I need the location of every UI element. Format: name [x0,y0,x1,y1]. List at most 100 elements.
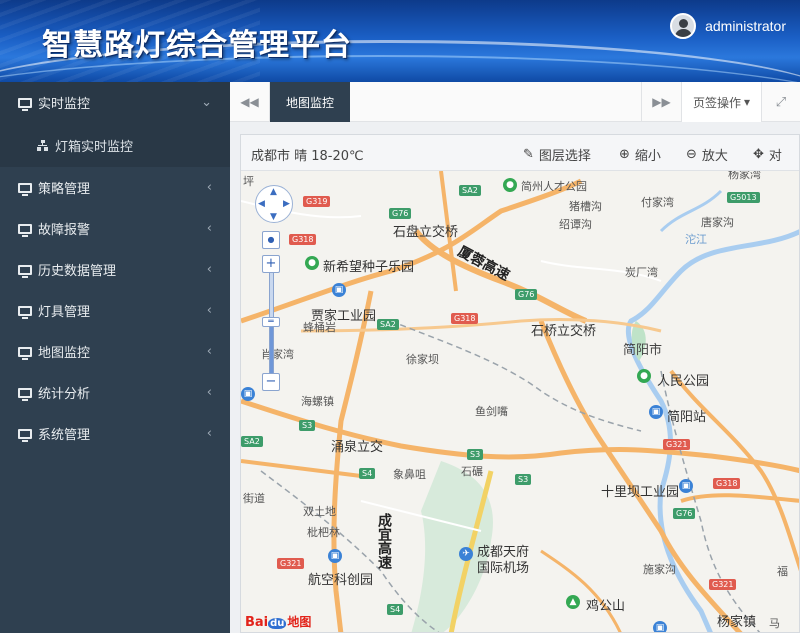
sidebar-item-history-data[interactable]: 历史数据管理 ‹ [0,249,230,290]
monitor-icon [18,97,32,111]
tab-operations-dropdown[interactable]: 页签操作 ▾ [681,82,761,122]
sidebar-item-statistics[interactable]: 统计分析 ‹ [0,372,230,413]
tab-scroll-right-button[interactable]: ▶▶ [641,82,681,122]
map-zoom-in-button[interactable]: + [262,255,280,273]
weather-info: 成都市 晴 18-20℃ [251,149,364,164]
road-shield: SA2 [459,185,481,196]
building-marker-icon[interactable]: ▣ [679,479,693,493]
sidebar-item-label: 灯具管理 [38,305,91,320]
move-icon: ✥ [753,147,764,162]
map-label: 鸡公山 [586,599,626,614]
map-label: 新希望种子乐园 [323,260,415,275]
map-label: 十里坝工业园 [601,485,680,500]
map-label: 涌泉立交 [331,440,384,455]
zoom-out-label: 缩小 [634,149,661,164]
pan-left-icon[interactable]: ◀ [258,199,265,209]
zoom-handle[interactable]: ═ [262,317,280,327]
sidebar-item-system[interactable]: 系统管理 ‹ [0,413,230,454]
map-label: 简阳站 [667,410,707,425]
map-label: 象鼻咀 [393,468,426,481]
zoom-in-button[interactable]: ⊖ 放大 [686,145,728,164]
tab-operations-label: 页签操作 [692,95,741,110]
map-zoom-out-button[interactable]: − [262,373,280,391]
chevron-left-icon: ‹ [206,262,212,277]
park-marker-icon[interactable]: ● [503,178,517,192]
monitor-icon [18,223,32,237]
map-label: 福 [777,565,788,578]
sidebar-item-label: 系统管理 [38,428,91,443]
chevron-left-icon: ‹ [206,303,212,318]
pan-right-icon[interactable]: ▶ [283,199,290,209]
map-label: 人民公园 [657,374,710,389]
sidebar-item-label: 策略管理 [38,182,91,197]
pan-button[interactable]: ✥ 对 [753,145,782,164]
park-marker-icon[interactable]: ▲ [566,595,580,609]
sidebar-item-label: 地图监控 [38,346,91,361]
sidebar-item-realtime-monitor[interactable]: 实时监控 ⌄ [0,82,230,123]
map-zoom-slider[interactable]: ● + ═ − [262,231,282,391]
road-shield: G319 [303,196,331,207]
tab-bar: ◀◀ 地图监控 ▶▶ 页签操作 ▾ ⤢ [230,82,800,122]
map-label: 炭厂湾 [625,266,658,279]
caret-down-icon: ▾ [743,95,751,109]
chevron-left-icon: ‹ [206,344,212,359]
locate-button[interactable]: ● [262,231,280,249]
monitor-icon [18,264,32,278]
expand-icon: ⤢ [775,94,787,110]
sidebar-item-lamp-management[interactable]: 灯具管理 ‹ [0,290,230,331]
map-label: 简阳市 [623,343,663,358]
chevron-left-icon: ‹ [206,180,212,195]
road-shield: G321 [663,439,691,450]
sidebar-item-strategy[interactable]: 策略管理 ‹ [0,167,230,208]
map-label: 付家湾 [641,196,674,209]
sidebar-subitem-lightbox-monitor[interactable]: 灯箱实时监控 [0,123,230,167]
chevron-down-icon: ⌄ [201,95,212,110]
pan-down-icon[interactable]: ▼ [270,212,277,222]
layer-select-label: 图层选择 [538,149,591,164]
park-marker-icon[interactable]: ● [637,369,651,383]
tab-map-monitor[interactable]: 地图监控 [270,82,350,122]
sidebar-item-map-monitor[interactable]: 地图监控 ‹ [0,331,230,372]
park-marker-icon[interactable]: ● [305,256,319,270]
layer-select-button[interactable]: ✎ 图层选择 [523,145,591,164]
sidebar-item-label: 统计分析 [38,387,91,402]
airport-marker-icon[interactable]: ✈ [459,547,473,561]
map-label: 猪槽沟 [569,200,602,213]
tab-scroll-left-button[interactable]: ◀◀ [230,82,270,122]
avatar[interactable] [670,13,697,39]
sidebar-item-label: 故障报警 [38,223,91,238]
map-pan-control[interactable]: ▲ ▼ ◀ ▶ [255,185,293,223]
road-shield: G321 [709,579,737,590]
sidebar-item-fault-alarm[interactable]: 故障报警 ‹ [0,208,230,249]
zoom-out-button[interactable]: ⊕ 缩小 [619,145,661,164]
road-shield: G318 [451,313,479,324]
station-marker-icon[interactable]: ▣ [649,405,663,419]
map-label: 绍谭沟 [559,218,592,231]
road-shield: G318 [713,478,741,489]
pan-up-icon[interactable]: ▲ [270,187,277,197]
username[interactable]: administrator [705,18,786,34]
map-label: 枇杷林 [307,526,340,539]
building-marker-icon[interactable]: ▣ [241,387,255,401]
zoom-track[interactable]: ═ [262,273,280,373]
map-label: 成宜高速 [376,513,392,569]
fullscreen-button[interactable]: ⤢ [761,82,800,122]
pencil-icon: ✎ [523,147,534,162]
road-shield: S3 [515,474,532,485]
building-marker-icon[interactable]: ▣ [328,549,342,563]
app-title: 智慧路灯综合管理平台 [42,28,352,63]
building-marker-icon[interactable]: ▣ [653,621,667,632]
zoom-in-icon: ⊕ [619,147,630,162]
map-label: 简州人才公园 [521,180,587,193]
road-shield: S3 [299,420,316,431]
map-label: 徐家坝 [406,353,439,366]
map-label: 鱼剑嘴 [475,405,508,418]
user-menu[interactable]: administrator [670,13,786,39]
baidu-map-logo: Bai du 地图 [245,615,312,630]
monitor-icon [18,387,32,401]
map-toolbar: 成都市 晴 18-20℃ ✎ 图层选择 ⊕ 缩小 ⊖ 放大 ✥ 对 [241,135,799,171]
map-canvas[interactable]: 简州人才公园 猪槽沟 付家湾 杨家湾 石盘立交桥 绍谭沟 唐家沟 沱江 新希望种… [241,168,799,632]
map-label: 航空科创园 [308,573,374,588]
building-marker-icon[interactable]: ▣ [332,283,346,297]
map-label: 蜂桶岩 [303,321,336,334]
